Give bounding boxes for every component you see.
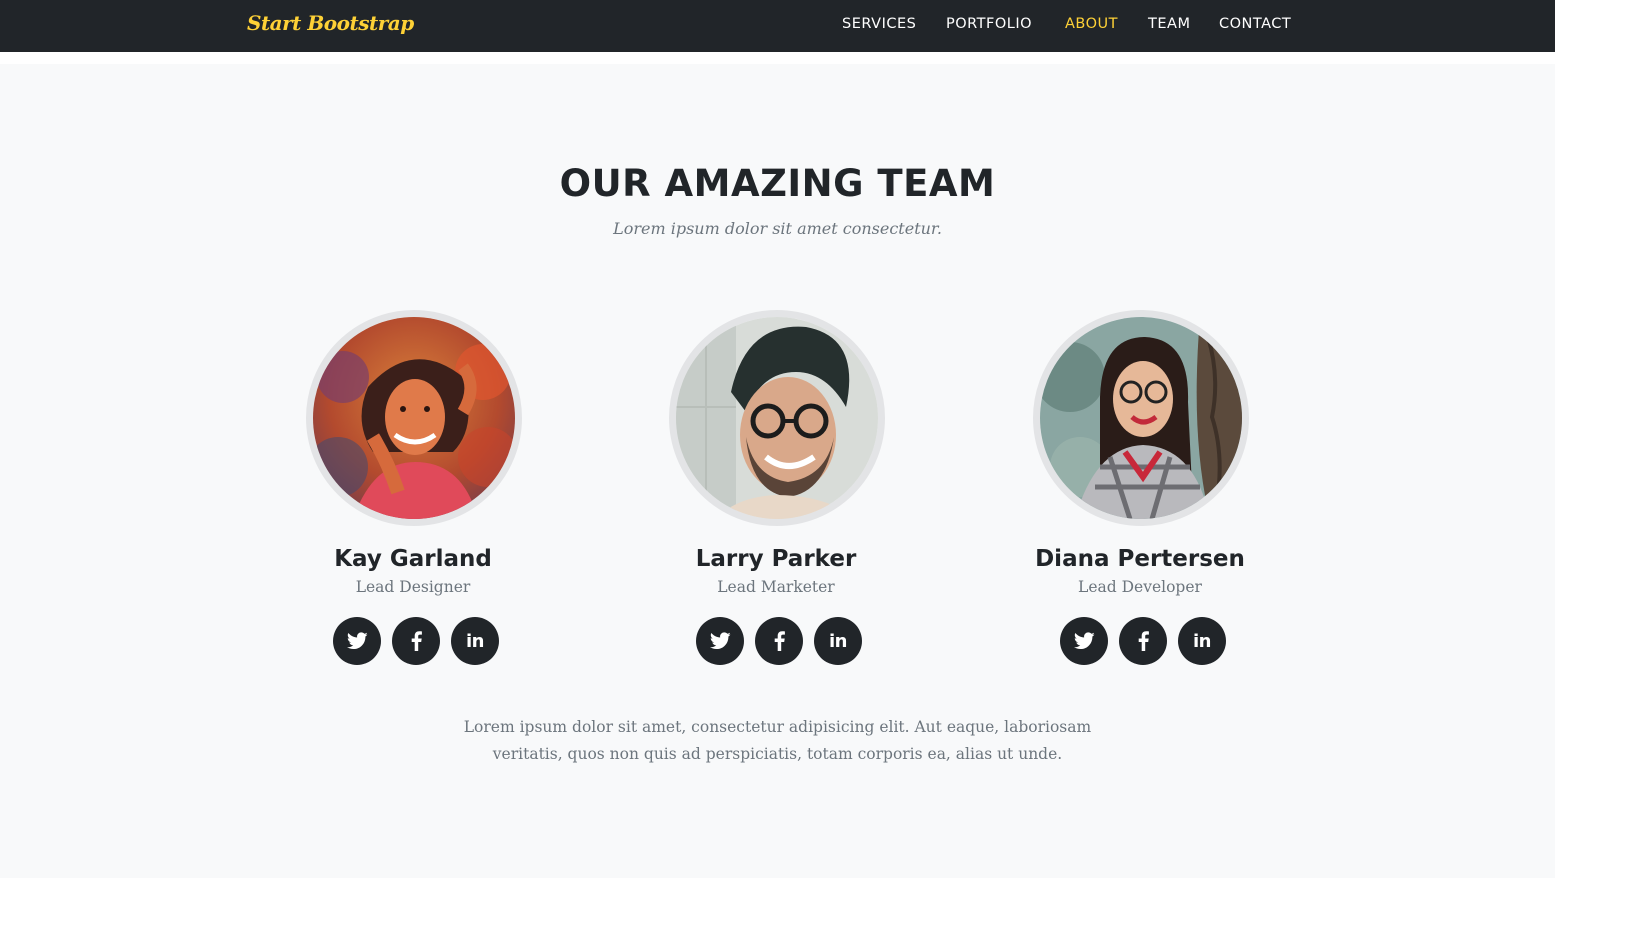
member-photo [306, 310, 522, 526]
facebook-button[interactable] [392, 617, 440, 665]
facebook-button[interactable] [1119, 617, 1167, 665]
member-role: Lead Developer [1078, 578, 1202, 596]
member-role: Lead Designer [355, 578, 471, 596]
social-links: in [1010, 617, 1270, 665]
team-description: Lorem ipsum dolor sit amet, consectetur … [463, 718, 1092, 763]
social-links: in [646, 617, 906, 665]
linkedin-icon: in [829, 630, 847, 652]
twitter-icon [709, 632, 731, 650]
linkedin-button[interactable]: in [1178, 617, 1226, 665]
team-member-card: Larry Parker Lead Marketer in [646, 310, 906, 670]
twitter-icon [1073, 632, 1095, 650]
section-heading: OUR AMAZING TEAM [559, 162, 996, 205]
member-photo [669, 310, 885, 526]
member-name: Kay Garland [334, 546, 492, 572]
member-photo [1033, 310, 1249, 526]
member-role: Lead Marketer [717, 578, 835, 596]
nav-link-about[interactable]: ABOUT [1065, 16, 1118, 32]
social-links: in [283, 617, 543, 665]
member-photo-image [1040, 317, 1242, 519]
team-member-card: Diana Pertersen Lead Developer in [1010, 310, 1270, 670]
facebook-icon [411, 631, 422, 651]
facebook-button[interactable] [755, 617, 803, 665]
linkedin-button[interactable]: in [814, 617, 862, 665]
linkedin-icon: in [1193, 630, 1211, 652]
team-member-card: Kay Garland Lead Designer in [283, 310, 543, 670]
member-photo-image [313, 317, 515, 519]
twitter-button[interactable] [1060, 617, 1108, 665]
linkedin-button[interactable]: in [451, 617, 499, 665]
section-subheading: Lorem ipsum dolor sit amet consectetur. [613, 219, 942, 238]
linkedin-icon: in [466, 630, 484, 652]
member-name: Larry Parker [695, 546, 857, 572]
facebook-icon [774, 631, 785, 651]
member-photo-image [676, 317, 878, 519]
member-name: Diana Pertersen [1035, 546, 1245, 572]
nav-link-contact[interactable]: CONTACT [1219, 16, 1291, 32]
twitter-button[interactable] [333, 617, 381, 665]
team-section: OUR AMAZING TEAM Lorem ipsum dolor sit a… [0, 64, 1555, 878]
navbar: Start Bootstrap SERVICES PORTFOLIO ABOUT… [0, 0, 1555, 52]
nav-link-services[interactable]: SERVICES [842, 16, 916, 32]
page-margin [1555, 0, 1640, 940]
twitter-icon [346, 632, 368, 650]
facebook-icon [1138, 631, 1149, 651]
nav-link-portfolio[interactable]: PORTFOLIO [946, 16, 1032, 32]
brand-logo[interactable]: Start Bootstrap [247, 11, 414, 35]
twitter-button[interactable] [696, 617, 744, 665]
nav-link-team[interactable]: TEAM [1148, 16, 1190, 32]
